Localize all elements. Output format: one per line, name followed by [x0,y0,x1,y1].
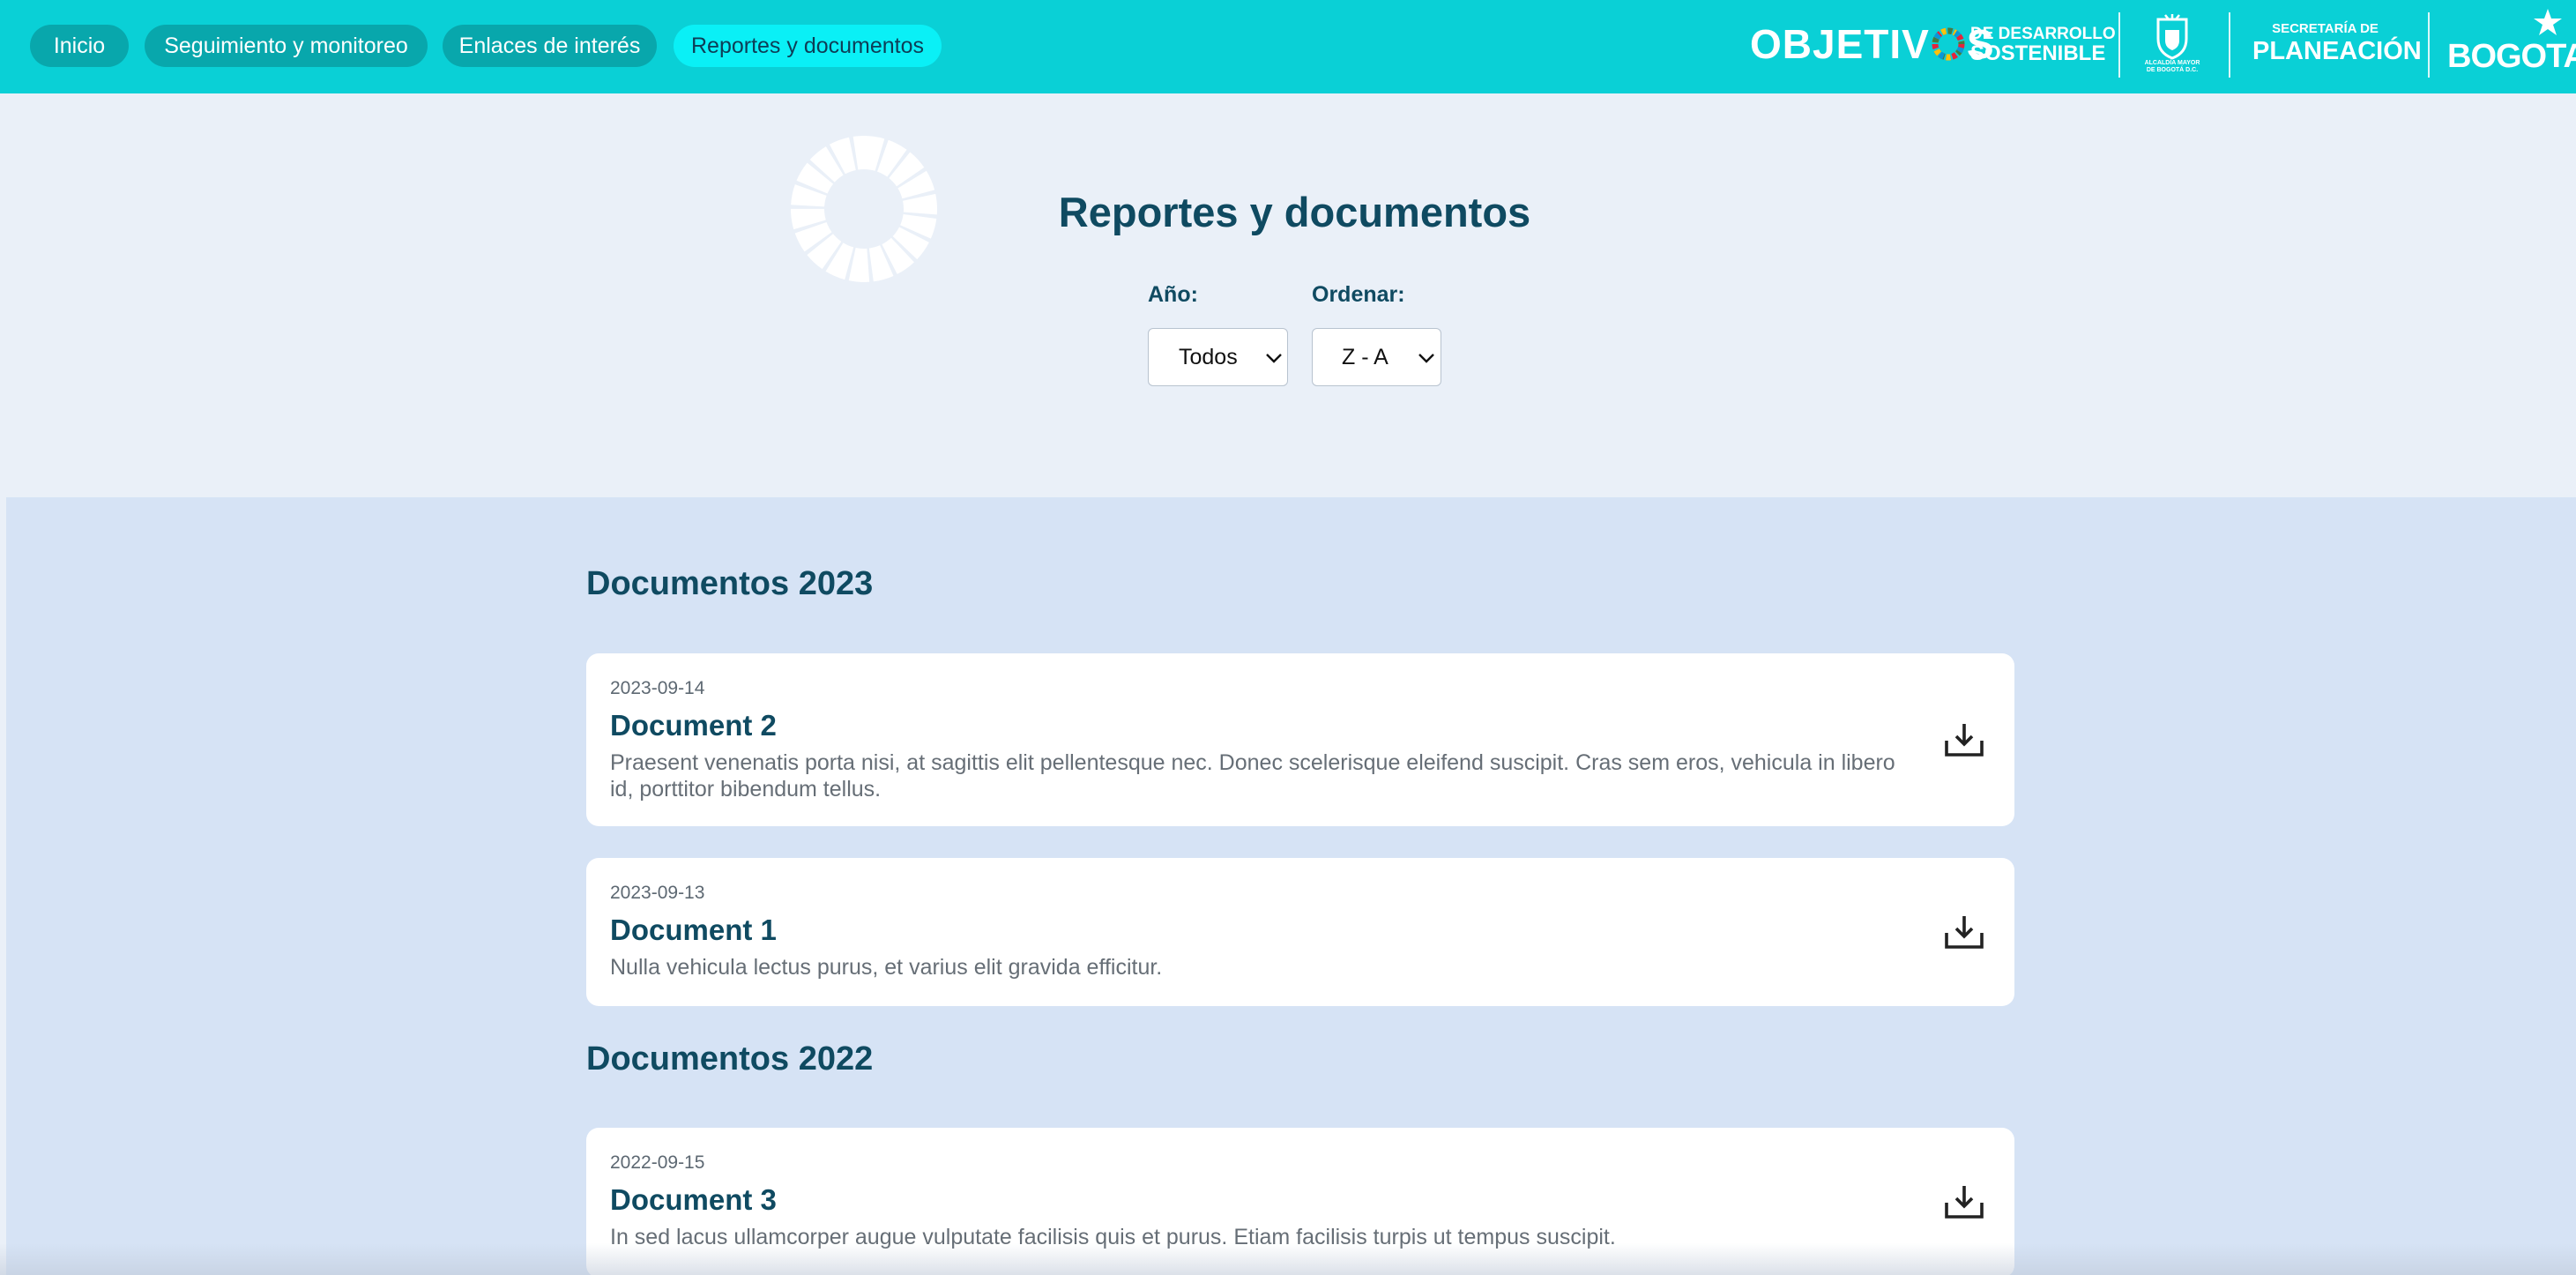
download-icon[interactable] [1944,721,1984,758]
logo-divider [2229,12,2230,78]
planeacion-logo[interactable]: SECRETARÍA DE PLANEACIÓN [2252,21,2422,65]
section-title-2023: Documentos 2023 [586,565,874,602]
chevron-down-icon [1266,354,1282,363]
document-description: In sed lacus ullamcorper augue vulputate… [610,1225,1616,1249]
bogota-logo[interactable]: BOGOTA [2447,7,2576,78]
order-select-value: Z - A [1342,345,1389,369]
year-select[interactable]: Todos [1148,328,1288,386]
document-card[interactable]: 2022-09-15 Document 3 In sed lacus ullam… [586,1128,2014,1275]
ods-logo-subtitle: DE DESARROLLO SOSTENIBLE [1970,25,2116,65]
document-card[interactable]: 2023-09-13 Document 1 Nulla vehicula lec… [586,858,2014,1006]
nav-item-enlaces[interactable]: Enlaces de interés [443,25,657,67]
section-title-2022: Documentos 2022 [586,1040,874,1077]
nav-item-seguimiento[interactable]: Seguimiento y monitoreo [145,25,428,67]
order-filter-label: Ordenar: [1312,282,1405,307]
page-title: Reportes y documentos [1058,189,1531,235]
order-select[interactable]: Z - A [1312,328,1441,386]
document-title[interactable]: Document 2 [610,708,777,743]
bogota-wordmark: BOGOTA [2447,38,2576,75]
coat-of-arms-icon [2156,14,2188,60]
star-icon [2534,9,2562,35]
sdg-wheel-icon [791,136,937,282]
document-card[interactable]: 2023-09-14 Document 2 Praesent venenatis… [586,653,2014,826]
nav-item-inicio[interactable]: Inicio [30,25,129,67]
document-description: Nulla vehicula lectus purus, et varius e… [610,955,1163,980]
nav-item-reportes[interactable]: Reportes y documentos [674,25,942,67]
download-icon[interactable] [1944,913,1984,951]
document-title[interactable]: Document 3 [610,1182,777,1218]
alcaldia-caption: ALCALDÍA MAYOR DE BOGOTÁ D.C. [2144,60,2200,73]
document-date: 2023-09-13 [610,883,705,903]
sdg-wheel-icon [1932,27,1965,61]
document-date: 2023-09-14 [610,678,705,698]
top-navigation-bar: Inicio Seguimiento y monitoreo Enlaces d… [0,0,2576,93]
document-title[interactable]: Document 1 [610,913,777,948]
logo-divider [2118,12,2120,78]
download-icon[interactable] [1944,1183,1984,1220]
planeacion-logo-line1: SECRETARÍA DE [2272,21,2379,36]
year-select-value: Todos [1179,345,1238,369]
document-date: 2022-09-15 [610,1152,705,1173]
logo-divider [2428,12,2430,78]
document-description: Praesent venenatis porta nisi, at sagitt… [610,750,1895,802]
planeacion-logo-line2: PLANEACIÓN [2252,37,2422,65]
year-filter-label: Año: [1148,282,1198,307]
alcaldia-logo[interactable]: ALCALDÍA MAYOR DE BOGOTÁ D.C. [2140,11,2204,81]
ods-logo-wordmark: OBJETIV S [1750,21,1995,67]
documents-list: Documentos 2023 2023-09-14 Document 2 Pr… [6,497,2576,1275]
page-header [0,93,2576,497]
chevron-down-icon [1418,354,1434,363]
